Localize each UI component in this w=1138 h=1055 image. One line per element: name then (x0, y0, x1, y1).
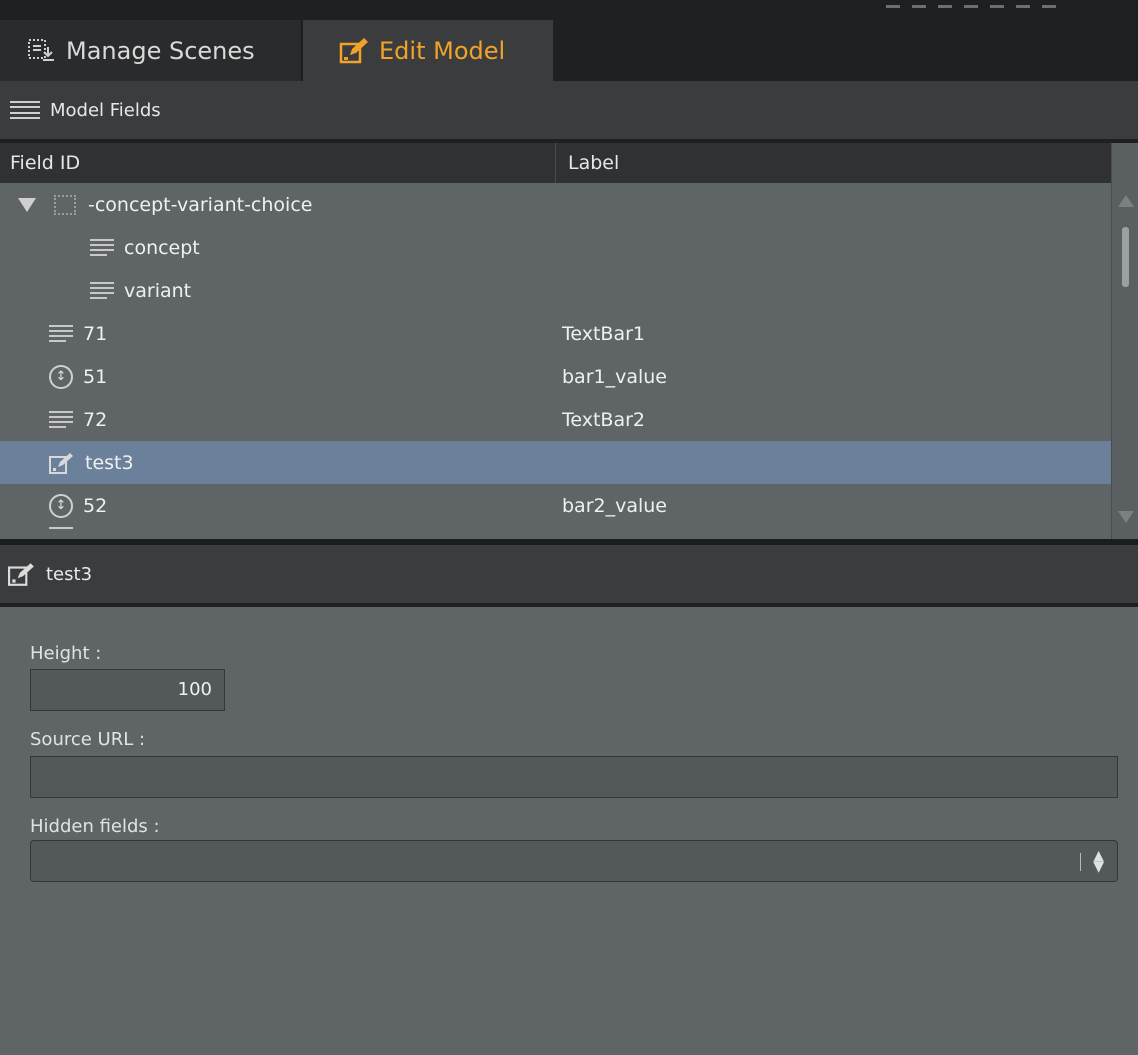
row-id-cell: variant (90, 280, 191, 302)
field-label: TextBar2 (562, 408, 646, 431)
field-id: 71 (83, 322, 108, 345)
text-lines-icon (49, 324, 73, 343)
row-id-cell: 72 (49, 409, 107, 431)
field-label: bar1_value (562, 365, 668, 388)
expand-triangle-icon[interactable] (18, 197, 36, 212)
field-id: 51 (83, 365, 108, 388)
table-row-selected[interactable]: test3 (0, 441, 1111, 484)
text-lines-icon (49, 410, 73, 429)
field-label: bar2_value (562, 494, 668, 517)
hidden-fields-select[interactable]: ▲ ▼ (30, 840, 1118, 882)
row-id-cell: -concept-variant-choice (18, 194, 312, 216)
tab-manage-scenes-label: Manage Scenes (66, 36, 255, 65)
table-rows: -concept-variant-choice concept variant … (0, 183, 1111, 539)
tab-edit-model-label: Edit Model (379, 36, 506, 65)
table-row[interactable]: -concept-variant-choice (0, 183, 1111, 226)
text-lines-icon (90, 238, 114, 257)
table-row-partial[interactable] (0, 527, 1111, 539)
scroll-down-arrow-icon[interactable] (1118, 511, 1134, 523)
vertical-scrollbar[interactable] (1111, 143, 1138, 539)
folder-icon (54, 194, 76, 215)
scrollbar-thumb[interactable] (1122, 227, 1129, 287)
edit-model-icon (49, 452, 73, 474)
edit-model-icon (339, 37, 368, 63)
row-id-cell: test3 (49, 451, 134, 475)
height-label: Height : (30, 643, 102, 664)
height-input[interactable]: 100 (30, 669, 225, 711)
text-lines-icon (90, 281, 114, 300)
row-id-cell: ↕ 52 (49, 493, 108, 518)
table-row[interactable]: ↕ 52 bar2_value (0, 484, 1111, 527)
field-id: concept (124, 236, 200, 259)
edit-model-icon (8, 563, 34, 586)
model-fields-table: Field ID Label -concept-variant-choice c… (0, 143, 1138, 539)
text-lines-icon (49, 527, 73, 531)
hamburger-icon[interactable] (10, 101, 40, 119)
field-id: 72 (83, 408, 108, 431)
up-down-arrows-icon: ▲ ▼ (1093, 848, 1104, 875)
source-url-input[interactable] (30, 756, 1118, 798)
detail-title: test3 (46, 563, 93, 585)
number-stepper-icon: ↕ (49, 493, 73, 518)
table-header: Field ID Label (0, 143, 1111, 183)
row-id-cell: 71 (49, 323, 107, 345)
tab-bar: Manage Scenes Edit Model (0, 8, 1138, 81)
manage-scenes-icon (28, 38, 54, 61)
row-id-cell: ↕ 51 (49, 364, 108, 389)
column-header-label[interactable]: Label (556, 152, 619, 174)
field-id: -concept-variant-choice (88, 193, 313, 216)
field-label: TextBar1 (562, 322, 646, 345)
model-fields-title: Model Fields (50, 99, 161, 121)
number-stepper-icon: ↕ (49, 364, 73, 389)
hidden-fields-label: Hidden fields : (30, 816, 160, 837)
field-properties-panel: Height : 100 Source URL : Hidden fields … (0, 607, 1138, 1055)
top-strip (0, 0, 1138, 8)
select-separator (1080, 853, 1081, 871)
tab-edit-model[interactable]: Edit Model (303, 20, 553, 81)
row-id-cell: concept (90, 237, 200, 259)
source-url-label: Source URL : (30, 729, 146, 750)
table-row[interactable]: concept (0, 226, 1111, 269)
field-id: 52 (83, 494, 108, 517)
column-header-field-id[interactable]: Field ID (0, 143, 556, 183)
table-row[interactable]: 71 TextBar1 (0, 312, 1111, 355)
table-row[interactable]: ↕ 51 bar1_value (0, 355, 1111, 398)
detail-header: test3 (0, 545, 1138, 605)
table-row[interactable]: 72 TextBar2 (0, 398, 1111, 441)
model-fields-header: Model Fields (0, 81, 1138, 141)
scroll-up-arrow-icon[interactable] (1118, 195, 1134, 207)
field-id: variant (124, 279, 192, 302)
field-id: test3 (85, 451, 134, 474)
table-row[interactable]: variant (0, 269, 1111, 312)
tab-manage-scenes[interactable]: Manage Scenes (0, 20, 302, 81)
